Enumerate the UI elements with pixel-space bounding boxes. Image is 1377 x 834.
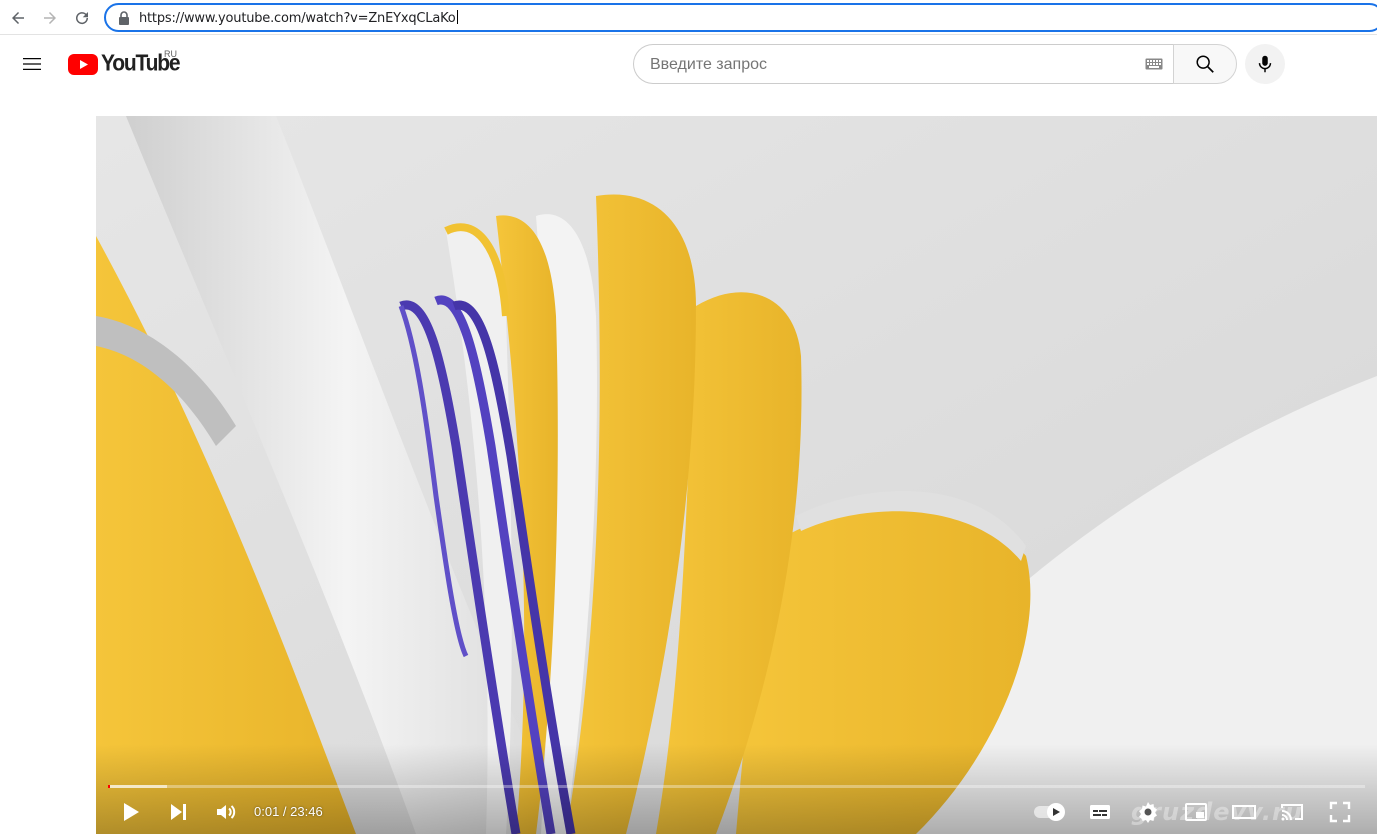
address-bar[interactable]: https://www.youtube.com/watch?v=ZnEYxqCL… xyxy=(104,3,1377,32)
played-bar xyxy=(108,785,110,788)
lock-icon xyxy=(119,11,129,25)
buffered-bar xyxy=(108,785,168,788)
cast-button[interactable] xyxy=(1278,796,1306,828)
miniplayer-icon xyxy=(1185,803,1207,821)
autoplay-toggle[interactable] xyxy=(1030,796,1070,828)
back-button[interactable] xyxy=(6,6,30,30)
play-icon xyxy=(124,803,139,821)
region-code: RU xyxy=(164,49,177,59)
subtitles-icon xyxy=(1090,805,1110,819)
next-icon xyxy=(171,804,186,820)
autoplay-toggle-icon xyxy=(1034,803,1065,821)
volume-icon xyxy=(217,805,236,819)
subtitles-button[interactable] xyxy=(1086,796,1114,828)
browser-toolbar: https://www.youtube.com/watch?v=ZnEYxqCL… xyxy=(0,0,1377,35)
fullscreen-button[interactable] xyxy=(1326,796,1354,828)
progress-bar[interactable] xyxy=(108,785,1365,788)
mute-button[interactable] xyxy=(212,796,240,828)
play-button[interactable] xyxy=(116,796,144,828)
back-arrow-icon xyxy=(12,12,24,24)
voice-search-button[interactable] xyxy=(1245,44,1285,84)
microphone-icon xyxy=(1258,55,1272,73)
next-button[interactable] xyxy=(164,796,192,828)
search-input[interactable] xyxy=(650,54,1130,76)
url-text: https://www.youtube.com/watch?v=ZnEYxqCL… xyxy=(139,10,458,26)
hamburger-menu-icon xyxy=(23,58,41,70)
miniplayer-button[interactable] xyxy=(1182,796,1210,828)
video-player[interactable]: gruzdevv.ru 0:01 / 23:46 xyxy=(96,116,1377,834)
cast-icon xyxy=(1281,804,1303,821)
youtube-logo-icon xyxy=(68,53,98,75)
settings-button[interactable] xyxy=(1134,796,1162,828)
theater-mode-icon xyxy=(1232,805,1256,819)
search-box xyxy=(633,44,1174,84)
search-icon xyxy=(1196,55,1214,73)
reload-icon xyxy=(76,12,89,25)
forward-button[interactable] xyxy=(38,6,62,30)
time-display: 0:01 / 23:46 xyxy=(254,804,323,819)
reload-button[interactable] xyxy=(70,6,94,30)
youtube-header: YouTube RU xyxy=(0,36,1377,92)
theater-mode-button[interactable] xyxy=(1230,796,1258,828)
fullscreen-icon xyxy=(1329,801,1351,823)
settings-gear-icon xyxy=(1139,802,1157,823)
keyboard-icon[interactable] xyxy=(1145,58,1163,70)
forward-arrow-icon xyxy=(44,12,56,24)
search-button[interactable] xyxy=(1173,44,1237,84)
guide-menu-button[interactable] xyxy=(20,52,44,76)
video-frame xyxy=(96,116,1377,834)
youtube-logo[interactable]: YouTube xyxy=(68,51,181,76)
